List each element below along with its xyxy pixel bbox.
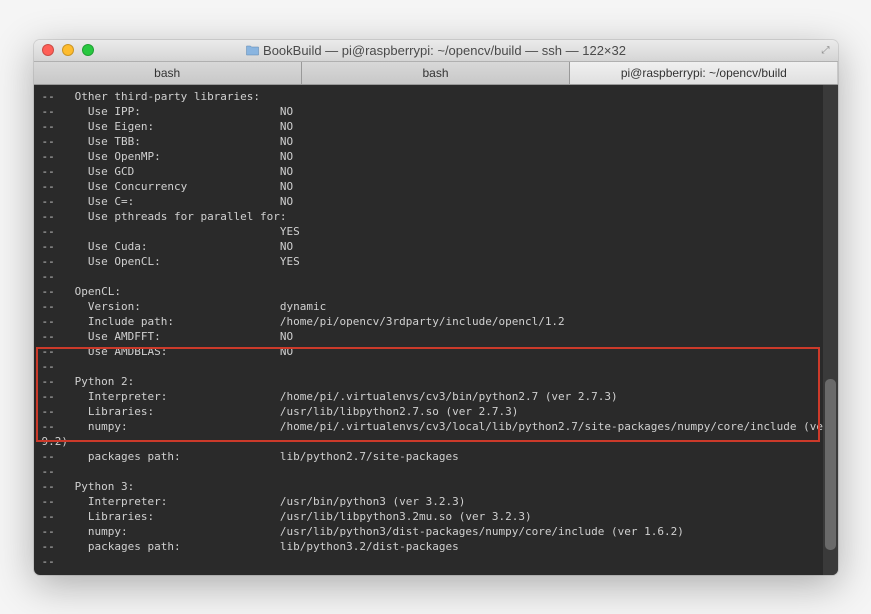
scrollbar[interactable]	[823, 85, 838, 575]
terminal-line: -- Libraries: /usr/lib/libpython2.7.so (…	[42, 404, 830, 419]
terminal-body[interactable]: -- Other third-party libraries:-- Use IP…	[34, 85, 838, 575]
terminal-line: --	[42, 269, 830, 284]
terminal-line: -- numpy: /usr/lib/python3/dist-packages…	[42, 524, 830, 539]
tab-bar: bash bash pi@raspberrypi: ~/opencv/build	[34, 62, 838, 85]
terminal-line: -- Use Concurrency NO	[42, 179, 830, 194]
zoom-button[interactable]	[82, 44, 94, 56]
terminal-line: -- Use Eigen: NO	[42, 119, 830, 134]
terminal-line: -- Use OpenMP: NO	[42, 149, 830, 164]
terminal-line: -- Use AMDBLAS: NO	[42, 344, 830, 359]
terminal-line: --	[42, 359, 830, 374]
terminal-line: -- Other third-party libraries:	[42, 89, 830, 104]
terminal-line: -- Libraries: /usr/lib/libpython3.2mu.so…	[42, 509, 830, 524]
scrollbar-thumb[interactable]	[825, 379, 836, 551]
close-button[interactable]	[42, 44, 54, 56]
terminal-line: -- Use pthreads for parallel for:	[42, 209, 830, 224]
terminal-line: --	[42, 464, 830, 479]
terminal-line: -- Version: dynamic	[42, 299, 830, 314]
terminal-line: -- numpy: /home/pi/.virtualenvs/cv3/loca…	[42, 419, 830, 434]
terminal-line: -- Use IPP: NO	[42, 104, 830, 119]
terminal-output: -- Other third-party libraries:-- Use IP…	[42, 89, 830, 569]
traffic-lights	[42, 44, 94, 56]
tab-opencv-build[interactable]: pi@raspberrypi: ~/opencv/build	[570, 62, 837, 84]
terminal-line: -- Use AMDFFT: NO	[42, 329, 830, 344]
tab-bash-1[interactable]: bash	[34, 62, 302, 84]
terminal-line: -- Use OpenCL: YES	[42, 254, 830, 269]
terminal-line: --	[42, 554, 830, 569]
terminal-line: -- Python 2:	[42, 374, 830, 389]
terminal-line: -- YES	[42, 224, 830, 239]
tab-bash-2[interactable]: bash	[302, 62, 570, 84]
folder-icon	[245, 44, 259, 56]
terminal-window: BookBuild — pi@raspberrypi: ~/opencv/bui…	[34, 40, 838, 575]
terminal-line: -- Use GCD NO	[42, 164, 830, 179]
terminal-line: -- Include path: /home/pi/opencv/3rdpart…	[42, 314, 830, 329]
terminal-line: -- Interpreter: /usr/bin/python3 (ver 3.…	[42, 494, 830, 509]
window-title: BookBuild — pi@raspberrypi: ~/opencv/bui…	[245, 43, 626, 58]
terminal-line: -- Use C=: NO	[42, 194, 830, 209]
terminal-line: -- packages path: lib/python2.7/site-pac…	[42, 449, 830, 464]
minimize-button[interactable]	[62, 44, 74, 56]
terminal-line: -- Interpreter: /home/pi/.virtualenvs/cv…	[42, 389, 830, 404]
terminal-line: -- Use TBB: NO	[42, 134, 830, 149]
terminal-line: -- Use Cuda: NO	[42, 239, 830, 254]
terminal-line: -- Python 3:	[42, 479, 830, 494]
titlebar[interactable]: BookBuild — pi@raspberrypi: ~/opencv/bui…	[34, 40, 838, 62]
terminal-line: 9.2)	[42, 434, 830, 449]
terminal-line: -- OpenCL:	[42, 284, 830, 299]
title-text: BookBuild — pi@raspberrypi: ~/opencv/bui…	[263, 43, 626, 58]
terminal-line: -- packages path: lib/python3.2/dist-pac…	[42, 539, 830, 554]
fullscreen-icon[interactable]: ⤢	[822, 45, 830, 56]
